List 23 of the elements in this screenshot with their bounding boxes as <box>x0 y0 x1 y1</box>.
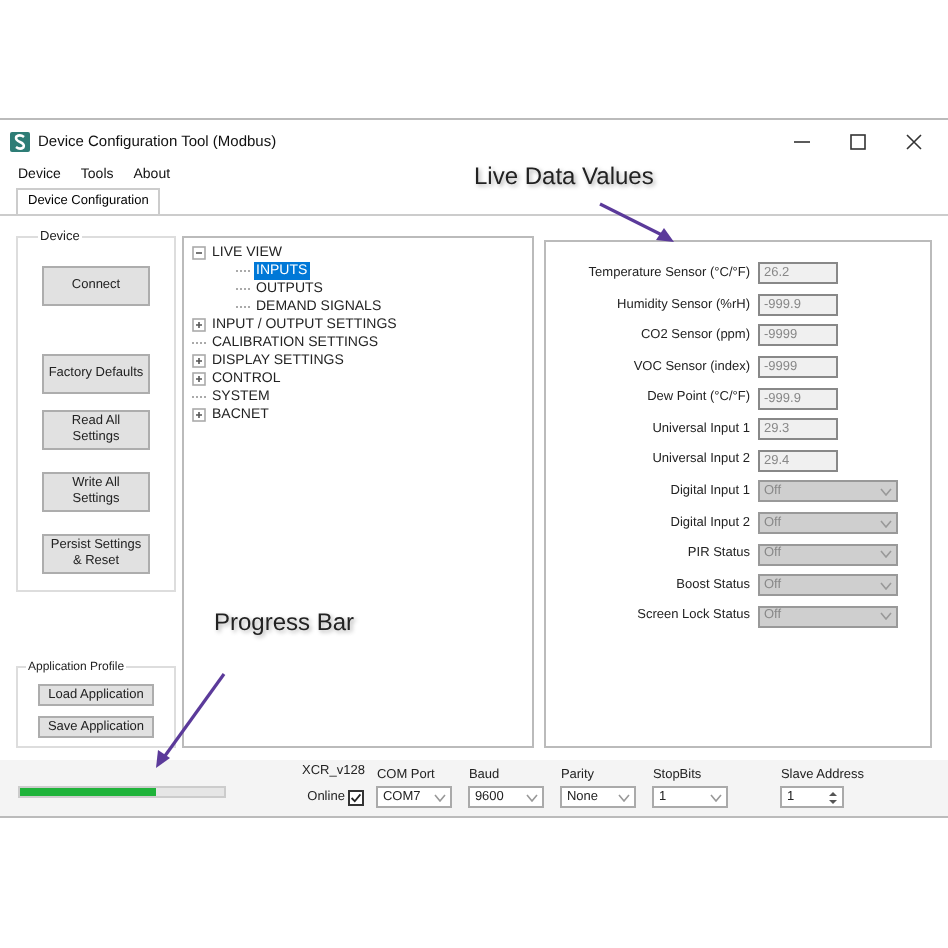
annotation-arrow <box>156 673 226 768</box>
spin-arrows-icon[interactable] <box>828 789 839 805</box>
caret-icon <box>880 612 892 621</box>
caret-icon <box>434 793 447 801</box>
caret-icon <box>880 550 892 559</box>
online-checkbox[interactable] <box>348 790 365 807</box>
annotation-label: Live Data Values <box>474 160 654 194</box>
expand-icon[interactable] <box>192 372 206 386</box>
close-icon[interactable] <box>906 134 922 150</box>
caret-icon <box>618 793 631 801</box>
caret-icon <box>710 793 723 801</box>
annotation-label: Progress Bar <box>214 606 355 640</box>
expand-icon[interactable] <box>192 408 206 422</box>
expand-icon[interactable] <box>192 318 206 332</box>
caret-icon <box>880 581 892 590</box>
caret-icon <box>880 519 892 528</box>
annotation-arrow <box>599 202 674 242</box>
app-logo-icon <box>10 132 30 152</box>
caret-icon <box>880 487 892 496</box>
caret-icon <box>526 793 539 801</box>
collapse-icon[interactable] <box>192 246 206 260</box>
maximize-icon[interactable] <box>850 134 866 150</box>
expand-icon[interactable] <box>192 354 206 368</box>
